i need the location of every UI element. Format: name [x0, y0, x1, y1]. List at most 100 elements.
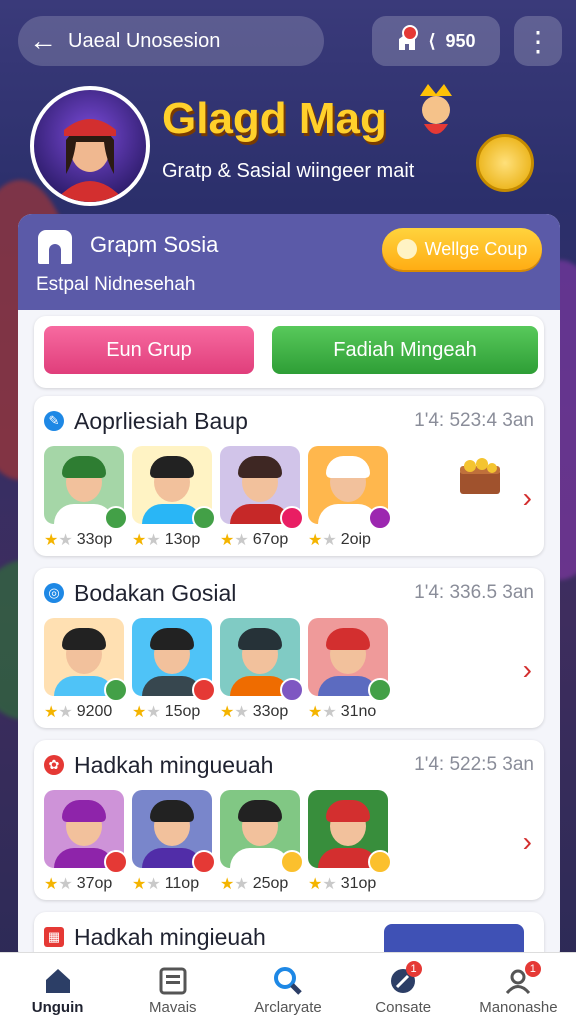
check-icon [368, 678, 392, 702]
hero-subtitle: Gratp & Sasial wiingeer mait [162, 160, 415, 182]
member-score: 25op [252, 875, 289, 892]
member-score: 13op [164, 531, 201, 548]
nav-item-home[interactable]: Unguin [0, 953, 115, 1025]
notification-badge: 1 [405, 961, 422, 977]
group-card[interactable]: ✎ Aoprliesiah Baup 1'4: 523:4 3an ★ ★ 33op… [34, 396, 544, 556]
star-empty-icon: ★ [322, 876, 337, 893]
member-score: 2oip [340, 531, 371, 548]
smile-icon [396, 239, 417, 259]
coupon-label: Wellge Coup [424, 238, 528, 259]
star-empty-icon: ★ [322, 532, 337, 549]
nav-label: Unguin [31, 999, 84, 1016]
star-empty-icon: ★ [234, 876, 249, 893]
top-bar-title: Uaeal Unosesion [68, 29, 221, 52]
member-tile[interactable]: ★ ★ 15op [132, 618, 216, 722]
chevron-right-icon[interactable]: › [523, 482, 532, 514]
group-subtitle: Estpal Nidnesehah [36, 274, 196, 295]
search-icon [274, 967, 302, 995]
member-tile[interactable]: ★ ★ 9200 [44, 618, 128, 722]
member-tile[interactable]: ★ ★ 33op [44, 446, 128, 550]
treasure-chest-icon [460, 458, 500, 494]
avatar-illustration [54, 119, 126, 202]
member-score: 31no [340, 703, 377, 720]
group-card[interactable]: ◎ Bodakan Gosial 1'4: 336.5 3an ★ ★ 9200 ★… [34, 568, 544, 728]
star-icon: ★ [132, 876, 147, 893]
star-icon: ★ [220, 876, 235, 893]
main-panel: Grapm Sosia Estpal Nidnesehah Wellge Cou… [18, 214, 560, 964]
chevron-right-icon[interactable]: › [523, 826, 532, 858]
nav-item-profile[interactable]: 1 Manonashe [461, 953, 576, 1025]
nav-item-compose[interactable]: 1 Consate [346, 953, 461, 1025]
member-tile[interactable]: ★ ★ 31op [308, 790, 392, 894]
status-pill[interactable]: ⟨ 950 [372, 16, 500, 66]
calendar-icon: ▦ [44, 927, 64, 947]
back-arrow-icon: ← [29, 25, 57, 56]
card-title: Bodakan Gosial [74, 579, 237, 606]
star-empty-icon: ★ [146, 704, 161, 721]
home-icon [45, 969, 70, 993]
heart-icon [104, 850, 128, 874]
profile-avatar[interactable] [30, 86, 150, 206]
check-icon [192, 506, 216, 530]
group-name: Grapm Sosia [90, 232, 219, 257]
nav-label: Arclaryate [254, 999, 322, 1016]
weekly-reward-button[interactable]: Fadiah Mingeah [272, 326, 538, 374]
member-tile[interactable]: ★ ★ 37op [44, 790, 128, 894]
nav-label: Manonashe [479, 999, 558, 1016]
kebab-menu-button[interactable]: ⋮ [514, 16, 562, 66]
star-empty-icon: ★ [58, 876, 73, 893]
panel-header: Grapm Sosia Estpal Nidnesehah Wellge Cou… [18, 214, 560, 310]
member-tile[interactable]: ★ ★ 25op [220, 790, 304, 894]
status-value: 950 [445, 30, 476, 51]
member-score: 33op [252, 703, 289, 720]
category-icon: ✿ [44, 755, 64, 775]
star-icon: ★ [308, 532, 323, 549]
star-icon: ★ [132, 704, 147, 721]
mascot-icon [420, 84, 452, 134]
hero: Glagd Mag Gratp & Sasial wiingeer mait [0, 80, 576, 215]
member-score: 37op [76, 875, 113, 892]
join-group-button[interactable]: Eun Grup [44, 326, 254, 374]
chevron-right-icon[interactable]: › [523, 654, 532, 686]
list-icon [159, 967, 187, 995]
heart-icon [192, 678, 216, 702]
star-icon: ★ [308, 876, 323, 893]
badge-icon [368, 850, 392, 874]
back-button[interactable]: ← Uaeal Unosesion [18, 16, 324, 66]
star-empty-icon: ★ [234, 704, 249, 721]
signal-icon: ⟨ [428, 30, 436, 51]
member-tile[interactable]: ★ ★ 33op [220, 618, 304, 722]
member-score: 11op [164, 875, 200, 892]
coupon-button[interactable]: Wellge Coup [382, 228, 542, 270]
member-list: ★ ★ 37op ★ ★ 11op ★ ★ 25op ★ ★ 31op [44, 790, 392, 894]
notification-badge: 1 [524, 961, 541, 977]
star-empty-icon: ★ [234, 532, 249, 549]
member-tile[interactable]: ★ ★ 11op [132, 790, 216, 894]
category-icon: ✎ [44, 411, 64, 431]
card-time: 1'4: 522:5 3an [414, 754, 534, 775]
nav-item-search[interactable]: Arclaryate [230, 953, 345, 1025]
badge-icon [280, 850, 304, 874]
check-icon [104, 506, 128, 530]
member-tile[interactable]: ★ ★ 67op [220, 446, 304, 550]
bottom-nav: Unguin Mavais Arclaryate 1 Consate 1 Man… [0, 952, 576, 1025]
star-icon: ★ [44, 876, 59, 893]
heart-icon [192, 850, 216, 874]
card-header: ◎ Bodakan Gosial 1'4: 336.5 3an [44, 578, 534, 608]
star-empty-icon: ★ [322, 704, 337, 721]
member-score: 67op [252, 531, 289, 548]
star-empty-icon: ★ [58, 532, 73, 549]
member-score: 33op [76, 531, 113, 548]
star-icon: ★ [308, 704, 323, 721]
coin-icon [476, 134, 534, 192]
member-tile[interactable]: ★ ★ 31no [308, 618, 392, 722]
kebab-icon: ⋮ [524, 25, 552, 57]
member-tile[interactable]: ★ ★ 13op [132, 446, 216, 550]
group-card[interactable]: ✿ Hadkah mingueuah 1'4: 522:5 3an ★ ★ 37op… [34, 740, 544, 900]
nav-item-list[interactable]: Mavais [115, 953, 230, 1025]
top-bar: ← Uaeal Unosesion ⟨ 950 ⋮ [0, 0, 576, 80]
card-title: Aoprliesiah Baup [74, 407, 248, 434]
member-tile[interactable]: ★ ★ 2oip [308, 446, 392, 550]
hero-title: Glagd Mag [162, 94, 387, 143]
badge-icon [368, 506, 392, 530]
